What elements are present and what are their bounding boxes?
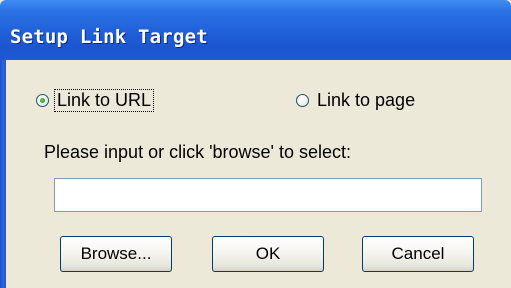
select-prompt: Please input or click 'browse' to select…	[44, 142, 352, 162]
link-to-page-label[interactable]: Link to page	[315, 90, 417, 111]
browse-button[interactable]: Browse...	[60, 236, 172, 272]
ok-button[interactable]: OK	[212, 236, 324, 272]
url-input[interactable]	[54, 178, 482, 212]
link-to-url-label[interactable]: Link to URL	[53, 89, 155, 112]
setup-link-target-dialog: Setup Link Target Link to URL Link to pa…	[0, 0, 511, 288]
dialog-content: Link to URL Link to page Please input or…	[6, 60, 511, 288]
link-to-page-radio[interactable]	[296, 94, 309, 107]
link-to-url-radio[interactable]	[36, 94, 49, 107]
title-bar[interactable]: Setup Link Target	[0, 0, 511, 60]
dialog-title: Setup Link Target	[10, 26, 208, 48]
link-to-page-option[interactable]: Link to page	[296, 90, 417, 111]
link-to-url-option[interactable]: Link to URL	[36, 89, 155, 112]
cancel-button[interactable]: Cancel	[362, 236, 474, 272]
